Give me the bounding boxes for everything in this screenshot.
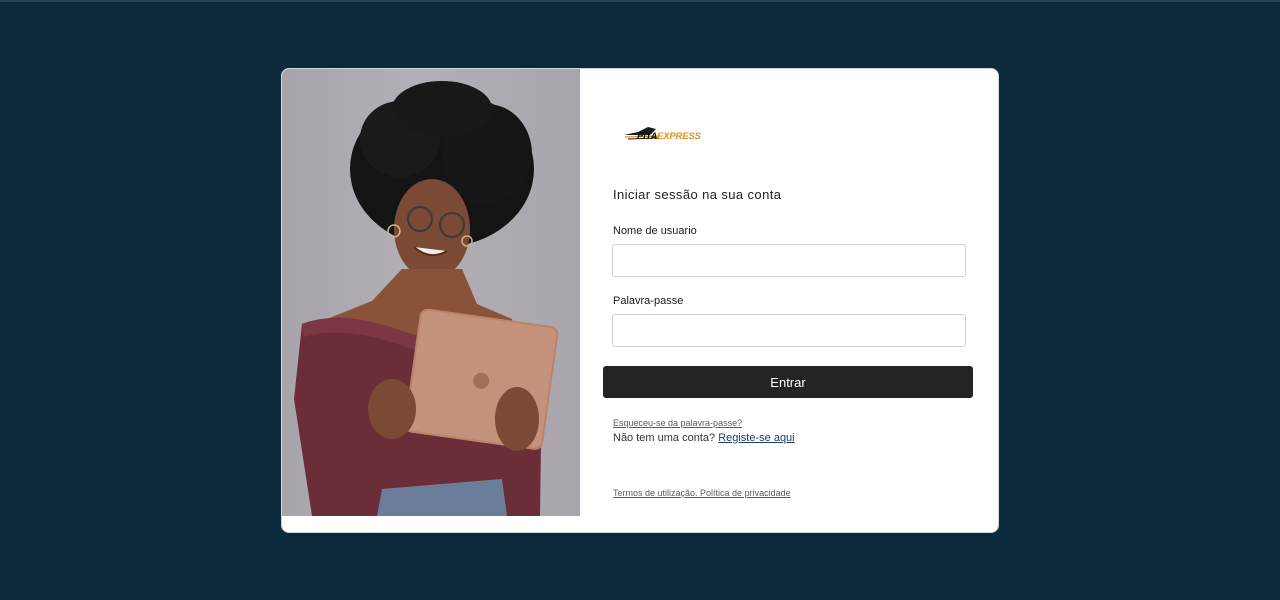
- brand-logo-text: PITAEXPRESS: [637, 131, 701, 142]
- register-link[interactable]: Registe-se aqui: [718, 432, 794, 444]
- login-card: PITAEXPRESS Iniciar sessão na sua conta …: [281, 68, 999, 533]
- login-heading: Iniciar sessão na sua conta: [613, 187, 782, 202]
- forgot-password-link[interactable]: Esqueceu-se da palavra-passe?: [613, 418, 742, 428]
- password-label: Palavra-passe: [613, 295, 684, 307]
- register-prompt: Não tem uma conta? Registe-se aqui: [613, 432, 795, 444]
- password-input[interactable]: [612, 314, 966, 347]
- no-account-text: Não tem uma conta?: [613, 432, 716, 444]
- username-label: Nome de usuario: [613, 225, 697, 237]
- brand-logo: PITAEXPRESS: [622, 123, 712, 149]
- login-button[interactable]: Entrar: [603, 366, 973, 398]
- terms-privacy-link[interactable]: Termos de utilização. Política de privac…: [613, 488, 791, 498]
- hero-photo: [282, 69, 580, 516]
- woman-with-tablet-illustration: [294, 81, 559, 516]
- username-input[interactable]: [612, 244, 966, 277]
- login-form: PITAEXPRESS Iniciar sessão na sua conta …: [580, 69, 998, 532]
- top-border: [0, 0, 1280, 2]
